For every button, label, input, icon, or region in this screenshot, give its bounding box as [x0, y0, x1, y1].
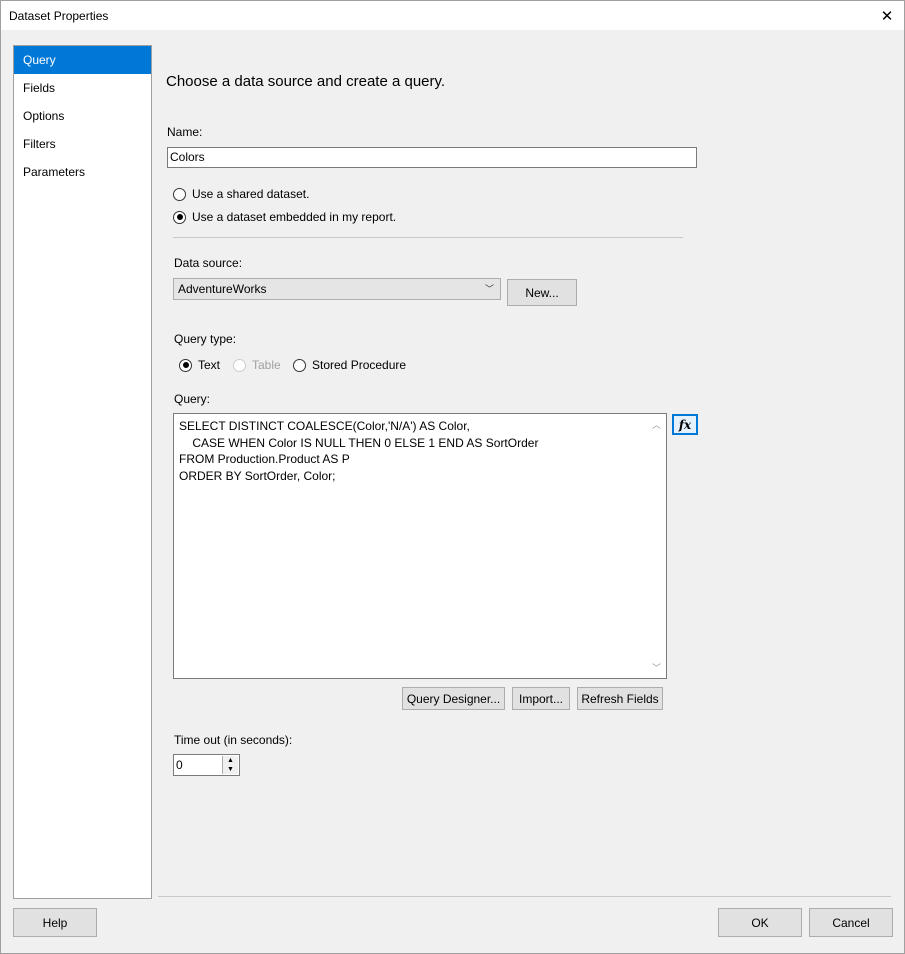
shared-dataset-label: Use a shared dataset.: [192, 187, 310, 201]
query-type-stored-procedure-radio[interactable]: [293, 358, 306, 372]
stepper-down-icon[interactable]: ▼: [223, 765, 238, 774]
nav-item-filters[interactable]: Filters: [14, 130, 151, 158]
chevron-down-icon: ﹀: [484, 284, 494, 294]
timeout-stepper[interactable]: 0 ▲ ▼: [173, 754, 240, 776]
embedded-dataset-option[interactable]: Use a dataset embedded in my report.: [173, 210, 396, 224]
timeout-label: Time out (in seconds):: [174, 733, 293, 747]
query-type-text-label: Text: [198, 358, 221, 372]
shared-dataset-option[interactable]: Use a shared dataset.: [173, 187, 309, 201]
name-field[interactable]: Colors: [167, 147, 697, 168]
dataset-properties-dialog: Dataset Properties ✕ Query Fields Option…: [0, 0, 905, 954]
nav-item-query[interactable]: Query: [14, 46, 151, 74]
query-type-stored-procedure-option[interactable]: Stored Procedure: [293, 358, 406, 372]
help-button[interactable]: Help: [13, 908, 97, 937]
timeout-value[interactable]: 0: [176, 758, 183, 772]
import-button[interactable]: Import...: [512, 687, 570, 710]
footer-divider: [158, 896, 891, 897]
stepper-buttons: ▲ ▼: [222, 756, 238, 774]
data-source-label: Data source:: [174, 256, 243, 270]
fx-icon: fx: [678, 417, 692, 432]
query-text[interactable]: SELECT DISTINCT COALESCE(Color,'N/A') AS…: [179, 418, 538, 484]
page-heading: Choose a data source and create a query.: [166, 73, 446, 90]
nav-item-fields[interactable]: Fields: [14, 74, 151, 102]
query-designer-button[interactable]: Query Designer...: [402, 687, 505, 710]
query-label: Query:: [174, 392, 211, 406]
new-data-source-button[interactable]: New...: [507, 279, 577, 306]
scroll-up-icon[interactable]: ︿: [652, 418, 661, 431]
nav-item-options[interactable]: Options: [14, 102, 151, 130]
query-type-label: Query type:: [174, 332, 237, 346]
close-icon: ✕: [880, 7, 894, 25]
nav-panel: Query Fields Options Filters Parameters: [13, 45, 152, 899]
query-type-table-label: Table: [252, 358, 281, 372]
nav-item-parameters[interactable]: Parameters: [14, 158, 151, 186]
ok-button[interactable]: OK: [718, 908, 802, 937]
scroll-down-icon[interactable]: ﹀: [652, 661, 661, 674]
data-source-value: AdventureWorks: [178, 282, 267, 296]
query-editor[interactable]: SELECT DISTINCT COALESCE(Color,'N/A') AS…: [173, 413, 667, 679]
query-type-table-option: Table: [233, 358, 281, 372]
close-button[interactable]: ✕: [870, 1, 904, 30]
separator-line: [173, 237, 683, 238]
query-type-text-option[interactable]: Text: [179, 358, 220, 372]
embedded-dataset-label: Use a dataset embedded in my report.: [192, 210, 397, 224]
data-source-dropdown[interactable]: AdventureWorks ﹀: [173, 278, 501, 300]
shared-dataset-radio[interactable]: [173, 187, 186, 201]
window-title: Dataset Properties: [9, 9, 109, 23]
cancel-button[interactable]: Cancel: [809, 908, 893, 937]
embedded-dataset-radio[interactable]: [173, 210, 186, 224]
title-bar: Dataset Properties ✕: [1, 1, 904, 30]
name-label: Name:: [167, 125, 203, 139]
query-type-stored-procedure-label: Stored Procedure: [312, 358, 407, 372]
refresh-fields-button[interactable]: Refresh Fields: [577, 687, 663, 710]
expression-button[interactable]: fx: [672, 414, 698, 435]
stepper-up-icon[interactable]: ▲: [223, 756, 238, 765]
query-type-table-radio: [233, 358, 246, 372]
query-type-text-radio[interactable]: [179, 358, 192, 372]
